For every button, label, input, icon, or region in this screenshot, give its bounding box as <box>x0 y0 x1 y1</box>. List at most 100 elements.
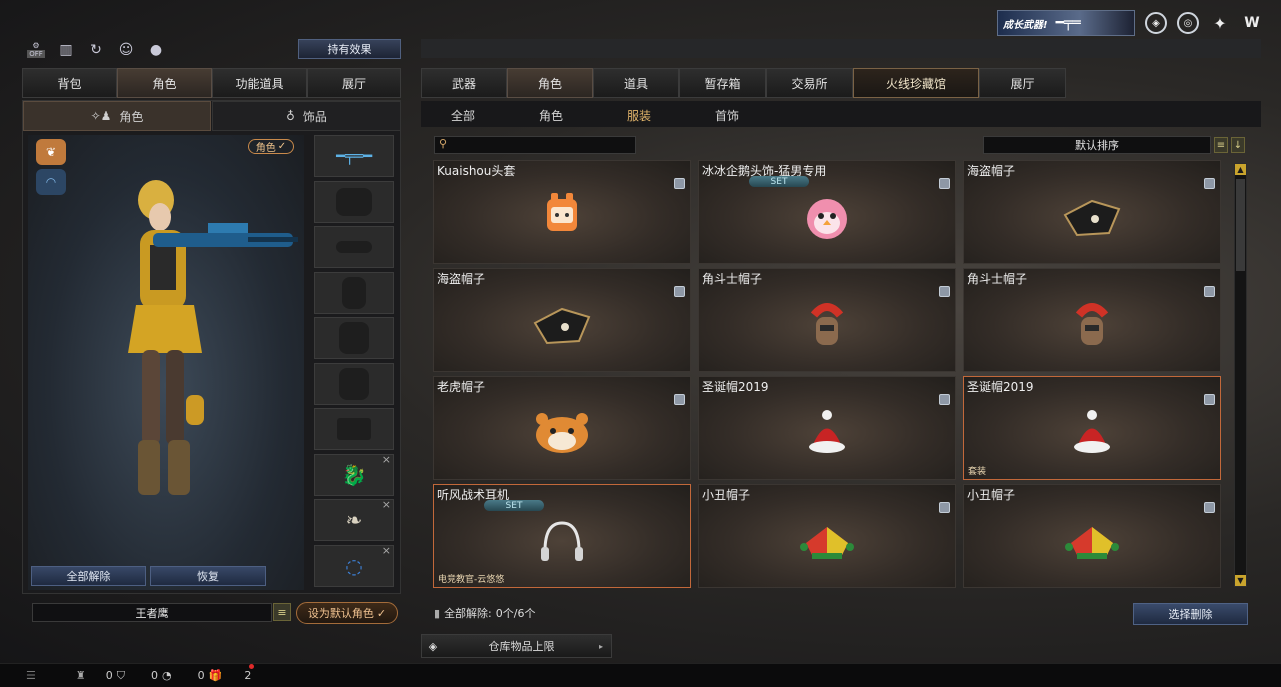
hold-effect-button[interactable]: 持有效果 <box>298 39 401 59</box>
sort-arrow-icon[interactable]: ↓ <box>1231 137 1245 153</box>
item-card-selected[interactable]: 圣诞帽2019 套装 <box>963 376 1221 480</box>
slot-wings[interactable]: ❧ × <box>314 498 394 541</box>
refresh-icon[interactable]: ↻ <box>86 40 106 60</box>
backpack-silhouette-icon <box>342 276 366 309</box>
item-card[interactable]: 海盗帽子 <box>433 268 691 372</box>
slot-accessory[interactable] <box>314 408 394 450</box>
slot-vest[interactable] <box>314 317 394 359</box>
footer-count-3: 0 <box>197 669 205 682</box>
item-card[interactable]: 圣诞帽2019 <box>698 376 956 480</box>
jester-hat-icon <box>800 527 854 560</box>
list-icon[interactable]: ≡ <box>1214 137 1228 153</box>
slot-dragon[interactable]: 🐉 × <box>314 453 394 496</box>
gift-icon[interactable]: 🎁 <box>209 669 223 682</box>
mask-icon[interactable]: ◠ <box>36 169 66 195</box>
footer-count-4: 2 <box>244 669 252 682</box>
slot-goggles[interactable] <box>314 226 394 268</box>
remove-icon[interactable]: × <box>382 544 391 557</box>
penguin-icon[interactable]: ● <box>146 40 166 60</box>
search-input[interactable]: ⚲ <box>434 136 636 154</box>
scroll-thumb[interactable] <box>1236 179 1245 271</box>
subtab-character[interactable]: ✧♟ 角色 <box>23 101 211 131</box>
item-card[interactable]: Kuaishou头套 <box>433 160 691 264</box>
wing-icon[interactable]: ❦ <box>36 139 66 165</box>
tab-items[interactable]: 道具 <box>593 68 679 98</box>
shield-icon[interactable]: ⛉ <box>117 669 125 683</box>
item-card[interactable]: 老虎帽子 <box>433 376 691 480</box>
item-grid: Kuaishou头套 冰冰企鹅头饰-猛男专用 SET 海盗帽子 海盗帽子 角斗士帽… <box>433 160 1225 590</box>
remove-icon[interactable]: × <box>382 453 391 466</box>
item-scrollbar[interactable]: ▲ ▼ <box>1234 163 1247 587</box>
character-name-field[interactable]: 王者鹰 <box>32 603 272 622</box>
tab-showroom-right[interactable]: 展厅 <box>979 68 1066 98</box>
scroll-up-icon[interactable]: ▲ <box>1235 164 1246 175</box>
menu-icon[interactable]: ≡ <box>273 603 291 621</box>
gladiator-helmet-icon <box>810 303 844 346</box>
item-card[interactable]: 角斗士帽子 <box>963 268 1221 372</box>
sort-dropdown[interactable]: 默认排序 <box>983 136 1211 154</box>
settings-icon[interactable]: ✦ <box>1209 12 1231 34</box>
left-tab-bar: 背包 角色 功能道具 展厅 <box>22 68 401 98</box>
vest-silhouette-icon <box>339 322 369 354</box>
list-icon[interactable]: ☰ <box>26 669 36 682</box>
restore-button[interactable]: 恢复 <box>150 566 266 586</box>
slot-backpack[interactable] <box>314 271 394 314</box>
scroll-down-icon[interactable]: ▼ <box>1235 575 1246 586</box>
subtab-character-label: 角色 <box>119 109 144 124</box>
tab-exchange[interactable]: 交易所 <box>766 68 853 98</box>
character-badge-label: 角色 <box>255 143 276 154</box>
off-toggle-icon[interactable]: ⚙ OFF <box>26 40 46 60</box>
item-card[interactable]: 海盗帽子 <box>963 160 1221 264</box>
left-icon-bar: ⚙ OFF ▥ ↻ ☺ ● <box>26 40 166 60</box>
footer-bar: ☰ ♜ 0 ⛉ 0 ◔ 0 🎁 2 <box>0 663 1281 687</box>
slot-helmet[interactable] <box>314 180 394 223</box>
item-name: 海盗帽子 <box>967 164 1016 178</box>
shield-icon[interactable]: ◈ <box>1145 12 1167 34</box>
item-card-selected[interactable]: 听风战术耳机 SET 电竞教官-云悠悠 <box>433 484 691 588</box>
item-card[interactable]: 小丑帽子 <box>698 484 956 588</box>
lock-icon <box>1204 286 1215 297</box>
release-all-button[interactable]: 全部解除 <box>31 566 146 586</box>
item-card[interactable]: 角斗士帽子 <box>698 268 956 372</box>
subtab-accessory[interactable]: ♁ 饰品 <box>212 101 401 131</box>
category-character[interactable]: 角色 <box>539 107 563 124</box>
bag-icon[interactable]: ♜ <box>76 669 86 682</box>
lock-icon <box>674 178 685 189</box>
lock-icon <box>674 394 685 405</box>
item-tag: 电竞教官-云悠悠 <box>438 575 505 585</box>
promo-banner[interactable]: 成长武器! ━╤═ <box>997 10 1135 36</box>
warehouse-limit-button[interactable]: ◈ 仓库物品上限 ▸ <box>421 634 612 658</box>
category-all[interactable]: 全部 <box>451 107 475 124</box>
category-jewelry[interactable]: 首饰 <box>715 107 739 124</box>
remove-icon[interactable]: × <box>382 498 391 511</box>
chat-icon[interactable]: ◔ <box>162 669 172 682</box>
tab-bag[interactable]: 背包 <box>22 68 117 98</box>
promo-text: 成长武器! <box>1003 19 1048 31</box>
tab-storage[interactable]: 暂存箱 <box>679 68 766 98</box>
tab-character[interactable]: 角色 <box>117 68 212 98</box>
item-card[interactable]: 小丑帽子 <box>963 484 1221 588</box>
globe-icon[interactable]: ◎ <box>1177 12 1199 34</box>
tab-function-items[interactable]: 功能道具 <box>212 68 307 98</box>
w-logo-icon[interactable]: W <box>1241 12 1263 34</box>
right-tab-bar: 武器 角色 道具 暂存箱 交易所 火线珍藏馆 展厅 <box>421 68 1066 98</box>
tab-character-right[interactable]: 角色 <box>507 68 593 98</box>
character-preview[interactable]: ❦ ◠ 角色 ✓ <box>28 135 304 590</box>
right-header-strip <box>421 39 1261 58</box>
item-card[interactable]: 冰冰企鹅头饰-猛男专用 SET <box>698 160 956 264</box>
tab-collection[interactable]: 火线珍藏馆 <box>853 68 979 98</box>
tab-showroom[interactable]: 展厅 <box>307 68 401 98</box>
slot-weapon[interactable]: ━╤═━ <box>314 135 394 177</box>
set-default-button[interactable]: 设为默认角色 ✓ <box>296 602 398 624</box>
rifle-icon: ━╤═━ <box>335 147 373 165</box>
friends-icon[interactable]: ☺ <box>116 40 136 60</box>
subtab-accessory-label: 饰品 <box>302 109 327 124</box>
ranking-icon[interactable]: ▥ <box>56 40 76 60</box>
select-delete-button[interactable]: 选择删除 <box>1133 603 1248 625</box>
tab-weapons[interactable]: 武器 <box>421 68 507 98</box>
kuaishou-head-icon <box>547 193 577 232</box>
slot-ring[interactable]: ◌ × <box>314 544 394 587</box>
category-clothing[interactable]: 服装 <box>627 107 651 124</box>
lock-icon <box>939 502 950 513</box>
slot-body[interactable] <box>314 362 394 405</box>
